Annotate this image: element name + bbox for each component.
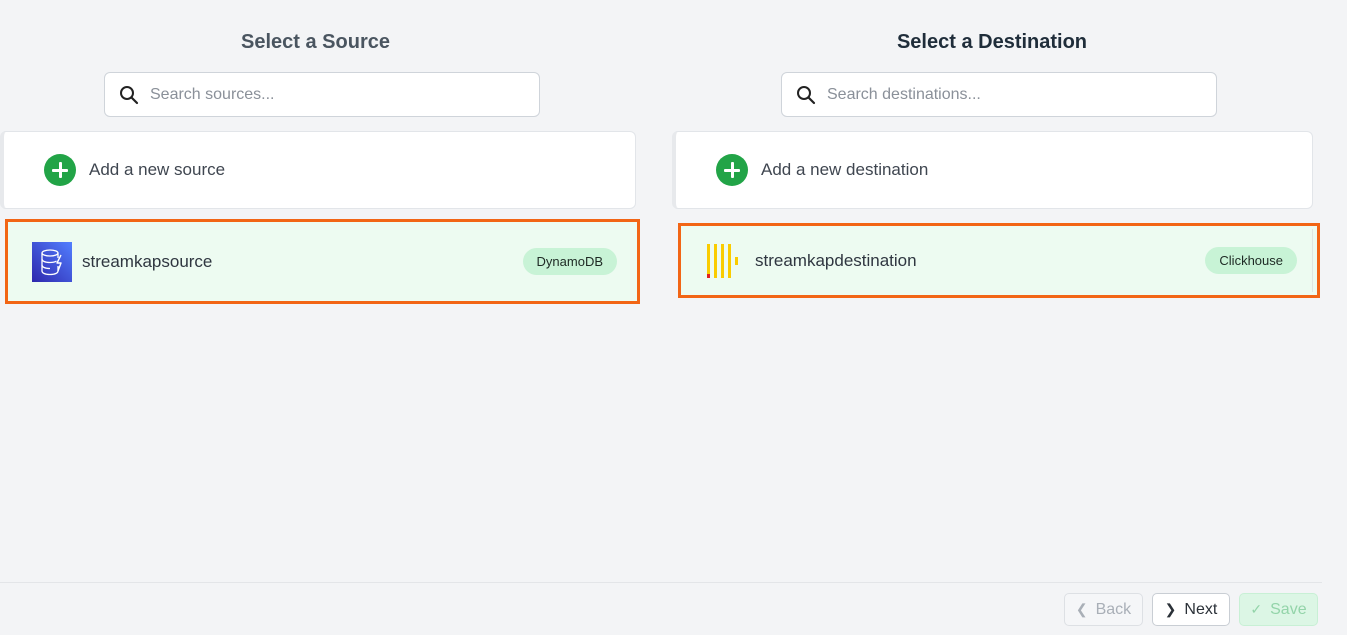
clickhouse-icon xyxy=(707,243,738,278)
add-destination-label: Add a new destination xyxy=(761,160,929,179)
chevron-right-icon: ❯ xyxy=(1164,601,1177,617)
source-search-input[interactable] xyxy=(150,85,530,104)
check-icon: ✓ xyxy=(1250,601,1263,617)
add-circle-icon xyxy=(44,154,76,186)
back-button[interactable]: ❮ Back xyxy=(1064,593,1143,626)
add-circle-icon xyxy=(716,154,748,186)
destination-title: Select a Destination xyxy=(896,31,1088,53)
source-type-badge: DynamoDB xyxy=(522,248,617,275)
destination-type-badge: Clickhouse xyxy=(1205,247,1297,274)
back-label: Back xyxy=(1095,600,1132,618)
source-title: Select a Source xyxy=(241,31,390,53)
add-source-label: Add a new source xyxy=(89,160,226,179)
add-destination-card[interactable]: Add a new destination xyxy=(672,131,1313,209)
dynamodb-icon xyxy=(32,241,72,282)
footer-divider xyxy=(0,582,1322,583)
save-label: Save xyxy=(1270,600,1307,618)
destination-name: streamkapdestination xyxy=(755,250,917,270)
save-button[interactable]: ✓ Save xyxy=(1239,593,1318,626)
add-source-card[interactable]: Add a new source xyxy=(0,131,636,209)
destination-search-box[interactable] xyxy=(781,72,1217,117)
source-item-selected[interactable]: streamkapsource DynamoDB xyxy=(5,219,640,304)
search-icon xyxy=(797,85,816,104)
destination-item-selected[interactable]: streamkapdestination Clickhouse xyxy=(678,223,1320,298)
card-edge-divider xyxy=(1312,229,1313,292)
destination-search-input[interactable] xyxy=(827,85,1207,104)
search-icon xyxy=(120,85,139,104)
chevron-left-icon: ❮ xyxy=(1075,601,1088,617)
next-label: Next xyxy=(1184,600,1218,618)
next-button[interactable]: ❯ Next xyxy=(1152,593,1230,626)
source-name: streamkapsource xyxy=(82,251,213,271)
source-search-box[interactable] xyxy=(104,72,540,117)
